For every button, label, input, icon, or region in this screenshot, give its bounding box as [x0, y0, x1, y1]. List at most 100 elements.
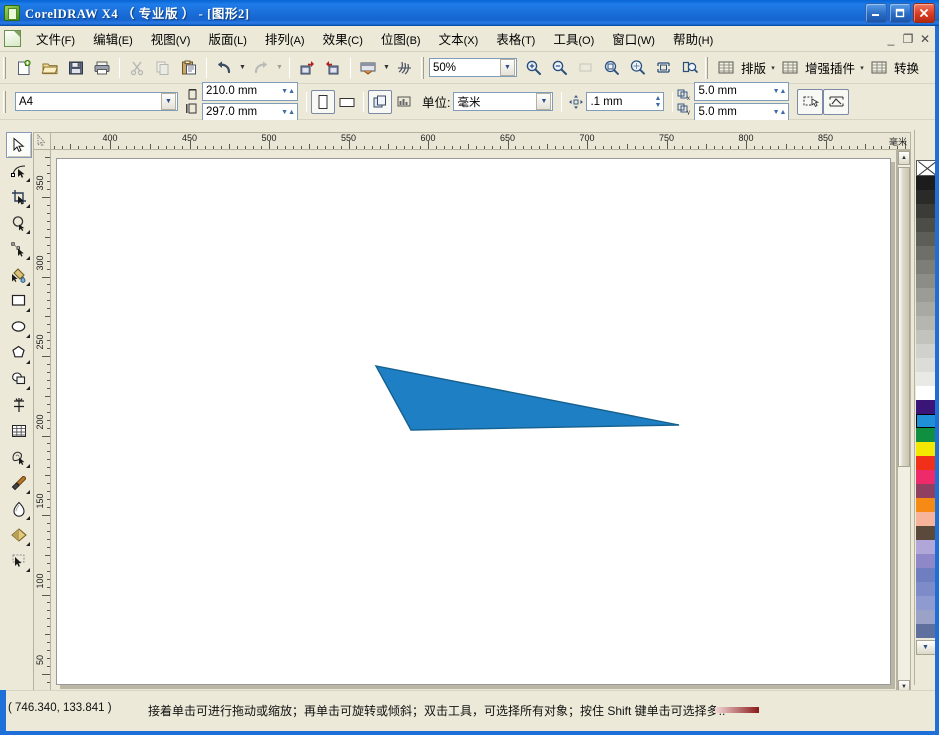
outline-tool[interactable]	[6, 496, 32, 522]
palette-swatch[interactable]	[916, 232, 936, 246]
palette-swatch[interactable]	[916, 260, 936, 274]
application-launcher-button[interactable]	[355, 55, 381, 81]
zoom-unknown-button[interactable]	[572, 55, 598, 81]
interactive-blend-tool[interactable]	[6, 444, 32, 470]
palette-swatch[interactable]	[916, 540, 936, 554]
zoom-tool[interactable]	[6, 210, 32, 236]
freehand-tool[interactable]	[6, 236, 32, 262]
outline-tool-flyout-arrow[interactable]	[26, 516, 30, 520]
palette-swatch[interactable]	[916, 372, 936, 386]
vertical-ruler[interactable]: 35030025020015010050	[33, 150, 51, 695]
palette-swatch[interactable]	[916, 456, 936, 470]
document-icon[interactable]	[4, 30, 21, 47]
palette-swatch[interactable]	[916, 330, 936, 344]
palette-swatch[interactable]	[916, 484, 936, 498]
duplicate-distance-y-field[interactable]: 5.0 mm ▼▲	[694, 103, 789, 122]
blue-triangle[interactable]	[376, 366, 679, 430]
property-bar-grip[interactable]	[3, 91, 8, 113]
zoom-level-combo[interactable]: 50% ▼	[429, 58, 517, 77]
crop-tool[interactable]	[6, 184, 32, 210]
copy-button[interactable]	[150, 55, 176, 81]
menu-file[interactable]: 文件(F)	[27, 26, 84, 51]
palette-swatch[interactable]	[916, 274, 936, 288]
plugin-enhanced-dropdown-arrow[interactable]: ▾	[858, 55, 866, 81]
zoom-level-dropdown-arrow[interactable]: ▼	[500, 59, 515, 76]
freehand-tool-flyout-arrow[interactable]	[26, 256, 30, 260]
palette-swatch[interactable]	[916, 428, 936, 442]
text-tool[interactable]	[6, 392, 32, 418]
open-document-button[interactable]	[37, 55, 63, 81]
zoom-tool-flyout-arrow[interactable]	[26, 230, 30, 234]
application-launcher-dropdown-arrow[interactable]: ▼	[381, 55, 392, 81]
palette-swatch[interactable]	[916, 316, 936, 330]
palette-scroll-down-button[interactable]: ▼	[916, 640, 936, 655]
maximize-button[interactable]	[889, 3, 911, 23]
fill-tool-flyout-arrow[interactable]	[26, 542, 30, 546]
nudge-offset-field[interactable]: .1 mm ▲▼	[586, 92, 664, 111]
page-height-field[interactable]: 297.0 mm ▼▲	[202, 103, 298, 122]
interactive-blend-tool-flyout-arrow[interactable]	[26, 464, 30, 468]
smart-fill-tool[interactable]	[6, 262, 32, 288]
redo-dropdown-arrow[interactable]: ▼	[274, 55, 285, 81]
table-tool[interactable]	[6, 418, 32, 444]
duplicate-y-spinners[interactable]: ▼▲	[773, 109, 789, 116]
drawing-canvas[interactable]	[51, 150, 897, 695]
vertical-scroll-thumb[interactable]	[898, 167, 910, 467]
palette-swatch[interactable]	[916, 624, 936, 638]
duplicate-x-spinners[interactable]: ▼▲	[773, 88, 789, 95]
basic-shapes-tool-flyout-arrow[interactable]	[26, 386, 30, 390]
nudge-offset-spinners[interactable]: ▲▼	[655, 95, 664, 109]
mdi-minimize-button[interactable]: _	[884, 32, 898, 46]
vertical-scrollbar[interactable]: ▲ ▼	[897, 150, 911, 695]
portrait-orientation-button[interactable]	[311, 90, 335, 114]
palette-swatch[interactable]	[916, 582, 936, 596]
palette-swatch[interactable]	[916, 288, 936, 302]
page-width-field[interactable]: 210.0 mm ▼▲	[202, 82, 298, 101]
paste-button[interactable]	[176, 55, 202, 81]
palette-swatch[interactable]	[916, 218, 936, 232]
polygon-tool[interactable]	[6, 340, 32, 366]
palette-swatch[interactable]	[916, 414, 936, 428]
polygon-tool-flyout-arrow[interactable]	[26, 360, 30, 364]
undo-dropdown-arrow[interactable]: ▼	[237, 55, 248, 81]
menu-tools[interactable]: 工具(O)	[544, 26, 603, 51]
plugin-enhanced[interactable]: 增强插件 ▾	[777, 55, 866, 81]
menu-edit[interactable]: 编辑(E)	[84, 26, 142, 51]
menu-bitmaps[interactable]: 位图(B)	[372, 26, 430, 51]
minimize-button[interactable]	[865, 3, 887, 23]
plugin-typesetting-dropdown-arrow[interactable]: ▾	[769, 55, 777, 81]
palette-swatch[interactable]	[916, 190, 936, 204]
pick-tool[interactable]	[6, 132, 32, 158]
palette-swatch[interactable]	[916, 498, 936, 512]
palette-swatch[interactable]	[916, 554, 936, 568]
scroll-up-button[interactable]: ▲	[898, 151, 910, 165]
cut-button[interactable]	[124, 55, 150, 81]
basic-shapes-tool[interactable]	[6, 366, 32, 392]
eyedropper-tool-flyout-arrow[interactable]	[26, 490, 30, 494]
landscape-orientation-button[interactable]	[335, 90, 359, 114]
toolbar-grip-3[interactable]	[705, 57, 710, 79]
horizontal-ruler[interactable]: 400450500550600650700750800850毫米	[51, 132, 911, 150]
undo-button[interactable]	[211, 55, 237, 81]
page-width-spinners[interactable]: ▼▲	[281, 88, 297, 95]
plugin-convert[interactable]: 转换	[866, 55, 922, 81]
palette-swatch[interactable]	[916, 568, 936, 582]
apply-to-all-pages-button[interactable]	[368, 90, 392, 114]
corel-online-button[interactable]	[392, 55, 418, 81]
mdi-close-button[interactable]: ✕	[918, 32, 932, 46]
palette-swatch[interactable]	[916, 610, 936, 624]
eyedropper-tool[interactable]	[6, 470, 32, 496]
plugin-typesetting-icon[interactable]	[713, 55, 739, 81]
palette-swatch[interactable]	[916, 246, 936, 260]
page-height-spinners[interactable]: ▼▲	[281, 109, 297, 116]
palette-swatch[interactable]	[916, 358, 936, 372]
zoom-in-button[interactable]	[520, 55, 546, 81]
plugin-enhanced-icon[interactable]	[777, 55, 803, 81]
save-document-button[interactable]	[63, 55, 89, 81]
palette-swatch[interactable]	[916, 386, 936, 400]
menu-text[interactable]: 文本(X)	[430, 26, 488, 51]
snap-to-objects-button[interactable]	[823, 89, 849, 115]
shape-tool[interactable]	[6, 158, 32, 184]
no-color-swatch[interactable]	[916, 160, 936, 176]
palette-swatch[interactable]	[916, 400, 936, 414]
